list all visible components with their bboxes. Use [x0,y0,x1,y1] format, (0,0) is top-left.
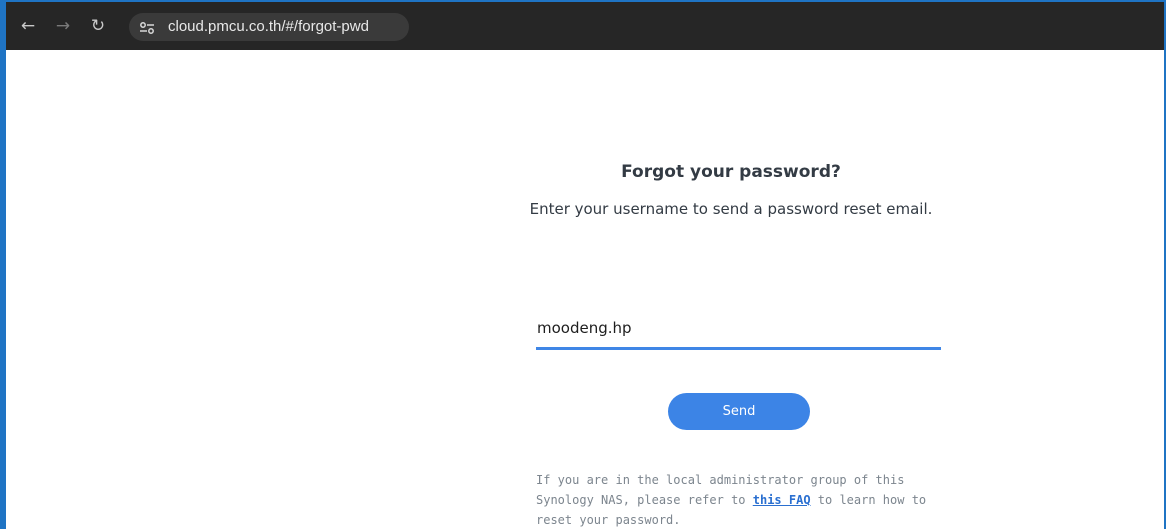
arrow-right-icon: → [55,16,71,36]
reload-button[interactable]: ↻ [86,14,110,38]
tune-icon [140,22,154,34]
username-input[interactable] [536,312,941,350]
browser-toolbar: ← → ↻ cloud.pmcu.co.th/#/forgot-pwd [6,0,1164,50]
site-info-button[interactable] [136,17,158,39]
page-subtitle: Enter your username to send a password r… [529,200,933,218]
browser-window: ← → ↻ cloud.pmcu.co.th/#/forgot-pwd Forg… [0,0,1166,529]
url-text[interactable]: cloud.pmcu.co.th/#/forgot-pwd [168,16,369,38]
arrow-left-icon: ← [20,16,36,36]
page-title: Forgot your password? [621,162,841,182]
back-button[interactable]: ← [16,14,40,38]
reload-icon: ↻ [90,16,106,36]
send-button[interactable]: Send [668,393,810,430]
faq-link[interactable]: this FAQ [753,493,811,507]
help-text: If you are in the local administrator gr… [536,470,936,530]
forward-button[interactable]: → [51,14,75,38]
